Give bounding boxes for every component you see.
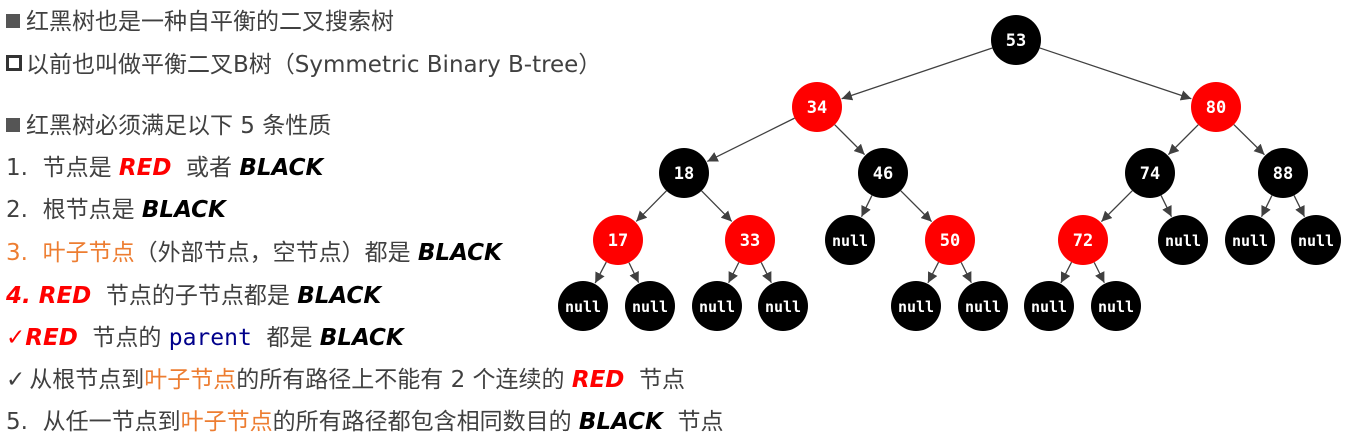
null-leaf-node: null: [1024, 281, 1074, 331]
tree-edge-n53-n80: [1039, 47, 1192, 101]
tree-edge-n88-null88L: [1260, 195, 1273, 217]
red-node-34: 34: [792, 82, 842, 132]
null-leaf-node: null: [625, 281, 675, 331]
tree-edge-n33-null33L: [728, 262, 740, 284]
red-node-72: 72: [1058, 215, 1108, 265]
null-leaf-node: null: [1225, 215, 1275, 265]
node-label: null: [965, 298, 1001, 316]
node-label: null: [1031, 298, 1067, 316]
node-label: null: [565, 298, 601, 316]
tree-edge-n50-null50R: [960, 262, 972, 284]
null-leaf-node: null: [958, 281, 1008, 331]
tree-edge-n34-n46: [834, 124, 866, 156]
null-leaf-node: null: [891, 281, 941, 331]
node-label: null: [832, 232, 868, 250]
red-node-50: 50: [925, 215, 975, 265]
node-label: null: [632, 298, 668, 316]
node-label: 17: [608, 231, 628, 251]
tree-edge-n50-null50L: [927, 261, 940, 284]
tree-edge-n34-n18: [707, 117, 795, 163]
red-node-33: 33: [725, 215, 775, 265]
black-node-18: 18: [659, 148, 709, 198]
tree-edge-n46-n50: [900, 190, 933, 223]
node-label: null: [1098, 298, 1134, 316]
tree-edge-n17-null17R: [628, 262, 640, 283]
node-label: 72: [1073, 231, 1093, 251]
node-label: null: [1165, 232, 1201, 250]
node-label: null: [898, 298, 934, 316]
node-label: 18: [674, 164, 694, 184]
red-node-80: 80: [1191, 82, 1241, 132]
black-node-88: 88: [1258, 148, 1308, 198]
tree-edge-n80-n88: [1233, 124, 1265, 156]
tree-edge-n46-null46L: [860, 195, 873, 217]
black-node-46: 46: [858, 148, 908, 198]
red-black-tree-diagram: 53 34 80 18 46 74 88 17 33 null 50 72 null null null nu…: [558, 15, 1341, 331]
tree-edge-n18-n33: [701, 190, 733, 222]
node-label: 53: [1006, 31, 1026, 51]
red-node-17: 17: [593, 215, 643, 265]
node-label: null: [765, 298, 801, 316]
node-label: null: [699, 298, 735, 316]
null-leaf-node: null: [692, 281, 742, 331]
tree-edge-n74-n72: [1100, 190, 1133, 223]
tree-edge-n80-n74: [1167, 124, 1199, 156]
null-leaf-node: null: [1291, 215, 1341, 265]
node-label: null: [1298, 232, 1334, 250]
null-leaf-node: null: [1158, 215, 1208, 265]
node-label: 74: [1140, 164, 1160, 184]
tree-edge-n72-null72L: [1060, 261, 1073, 284]
null-leaf-node: null: [758, 281, 808, 331]
tree-edge-n18-n17: [635, 190, 667, 222]
node-label: 50: [940, 231, 960, 251]
node-label: 80: [1206, 98, 1226, 118]
node-label: 33: [740, 231, 760, 251]
black-node-74: 74: [1125, 148, 1175, 198]
node-label: 88: [1273, 164, 1293, 184]
tree-edge-n33-null33R: [760, 262, 772, 284]
node-label: null: [1232, 232, 1268, 250]
node-label: 34: [807, 98, 827, 118]
null-leaf-node: null: [825, 215, 875, 265]
tree-edge-n72-null72R: [1093, 262, 1105, 284]
tree-edge-n74-null74R: [1160, 195, 1173, 217]
node-label: 46: [873, 164, 893, 184]
null-leaf-node: null: [1091, 281, 1141, 331]
black-node-53: 53: [991, 15, 1041, 65]
null-leaf-node: null: [558, 281, 608, 331]
tree-edge-n53-n34: [841, 47, 993, 101]
tree-edge-n17-null17L: [594, 261, 607, 284]
tree-edge-n88-null88R: [1293, 195, 1306, 217]
